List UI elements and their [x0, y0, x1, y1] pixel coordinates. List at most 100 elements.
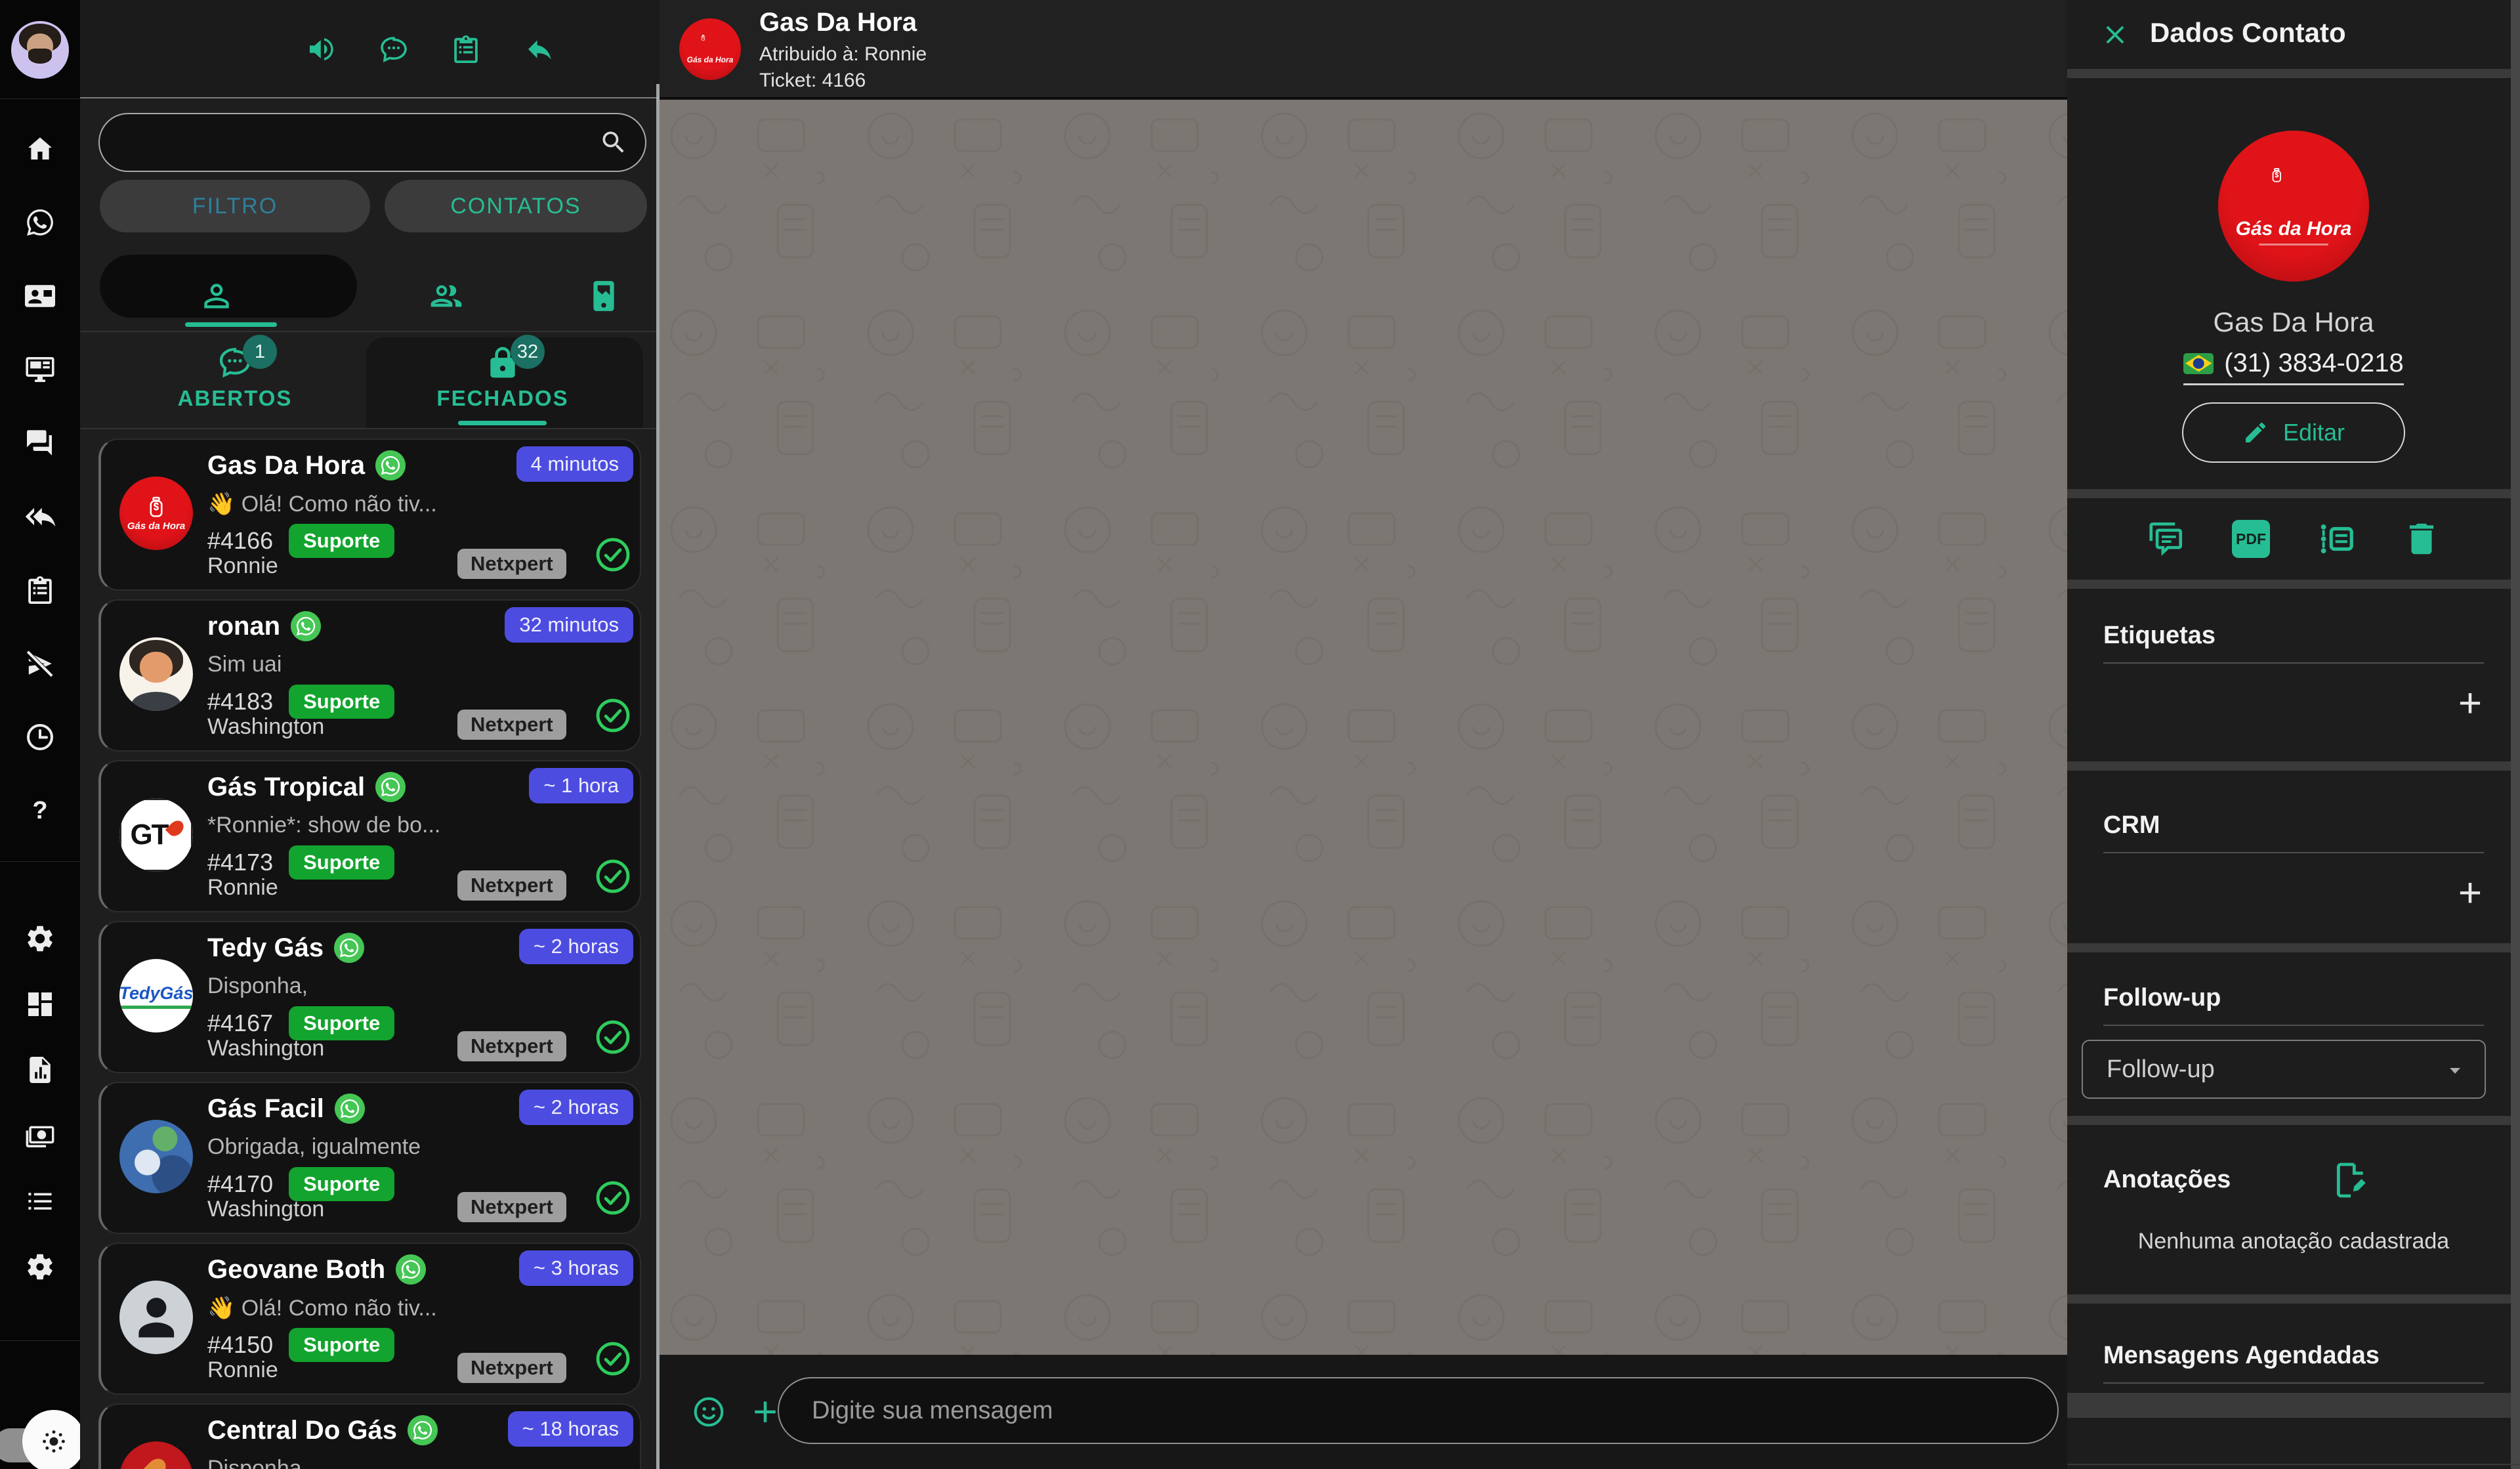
status-tab-abertos[interactable]: 1ABERTOS — [156, 332, 314, 428]
sidebar-item-file-chart[interactable] — [24, 1054, 56, 1086]
time-badge: ~ 1 hora — [529, 768, 633, 803]
section-divider — [2067, 1294, 2520, 1304]
sidebar-item-help[interactable]: ? — [24, 795, 56, 826]
edit-label: Editar — [2283, 419, 2345, 446]
notes-empty-text: Nenhuma anotação cadastrada — [2067, 1229, 2520, 1254]
time-badge: ~ 2 horas — [519, 1090, 633, 1125]
conversations-panel: FILTRO CONTATOS 1ABERTOS 32FECHADOS Gás d… — [80, 0, 660, 1469]
sidebar-item-settings[interactable] — [24, 923, 56, 954]
contact-avatar-large: Gás da Hora — [2218, 131, 2369, 282]
action-comment-multiple[interactable] — [2145, 519, 2186, 559]
chevron-down-icon — [2443, 1058, 2468, 1083]
last-message: Disponha, — [207, 973, 308, 999]
chat-contact-avatar: Gás da Hora — [679, 18, 741, 80]
gas-bottle-icon — [2268, 167, 2319, 218]
flame-icon — [165, 818, 186, 840]
sidebar-item-send-off[interactable] — [24, 648, 56, 679]
toolbar-clipboard-list[interactable] — [450, 33, 482, 65]
sidebar-item-clipboard-list[interactable] — [24, 574, 56, 606]
agent-name: Ronnie — [207, 875, 278, 901]
view-tab-people[interactable] — [428, 278, 465, 314]
status-tab-fechados[interactable]: 32FECHADOS — [424, 332, 581, 428]
company-badge: Netxpert — [457, 1192, 566, 1222]
company-badge: Netxpert — [457, 1031, 566, 1061]
crm-heading: CRM — [2103, 811, 2160, 840]
contact-name-row: Tedy Gás — [207, 933, 364, 963]
sidebar-item-reply-all[interactable] — [24, 501, 56, 532]
add-crm-button[interactable]: + — [2450, 876, 2490, 915]
note-edit-icon[interactable] — [2330, 1159, 2372, 1201]
view-tab-contact-card-tab[interactable] — [585, 278, 622, 314]
sun-icon — [22, 1410, 85, 1469]
ticket-card[interactable]: Gás Facil ~ 2 horas Obrigada, igualmente… — [98, 1082, 641, 1234]
ticket-number: #4170 — [207, 1170, 273, 1198]
status-tab-label: FECHADOS — [436, 386, 568, 411]
ticket-number: #4183 — [207, 688, 273, 715]
theme-toggle[interactable] — [0, 1405, 92, 1469]
action-timeline-list[interactable] — [2316, 519, 2357, 559]
company-badge: Netxpert — [457, 549, 566, 579]
toolbar-volume[interactable] — [306, 33, 337, 65]
sidebar-item-home[interactable] — [24, 133, 56, 165]
phone-link[interactable]: (31) 3834-0218 — [2183, 349, 2404, 385]
composer — [660, 1355, 2067, 1469]
scheduled-messages-section: Mensagens Agendadas — [2067, 1304, 2520, 1393]
action-pdf[interactable]: PDF — [2231, 519, 2271, 559]
sidebar-item-forum[interactable] — [24, 427, 56, 459]
last-message: Disponha, — [207, 1456, 308, 1469]
heading-underline — [2103, 662, 2484, 664]
followup-select[interactable]: Follow-up — [2082, 1040, 2486, 1099]
last-message: 👋 Olá! Como não tiv... — [207, 491, 437, 517]
user-avatar[interactable] — [11, 21, 69, 79]
message-input[interactable] — [778, 1377, 2059, 1444]
followup-heading: Follow-up — [2103, 984, 2221, 1012]
check-circle-icon — [594, 1340, 632, 1378]
search-input[interactable] — [98, 113, 646, 172]
view-tab-person[interactable] — [198, 278, 235, 314]
edit-contact-button[interactable]: Editar — [2182, 402, 2405, 463]
whatsapp-badge-icon — [375, 772, 406, 802]
sidebar-item-money[interactable] — [24, 1120, 56, 1151]
contact-name: Tedy Gás — [207, 933, 324, 963]
sidebar-item-contact-card[interactable] — [24, 280, 56, 312]
crm-section: CRM + — [2067, 771, 2520, 943]
agent-name: Ronnie — [207, 553, 278, 579]
ticket-card[interactable]: Gás da Hora Gas Da Hora 4 minutos 👋 Olá!… — [98, 438, 641, 591]
contact-name: Gas Da Hora — [2067, 307, 2520, 338]
contact-avatar: Gás da Hora — [119, 477, 193, 550]
toolbar-reply[interactable] — [524, 33, 556, 65]
sidebar-item-list[interactable] — [24, 1185, 56, 1217]
last-message: Obrigada, igualmente — [207, 1134, 421, 1160]
sidebar-item-desktop-dashboard[interactable] — [24, 354, 56, 385]
filter-button[interactable]: FILTRO — [100, 180, 370, 232]
time-badge: ~ 2 horas — [519, 929, 633, 964]
time-badge: ~ 18 horas — [508, 1411, 633, 1447]
action-trash[interactable] — [2401, 519, 2442, 559]
last-message: Sim uai — [207, 652, 282, 677]
ticket-card[interactable]: ronan 32 minutos Sim uai #4183 Suporte W… — [98, 599, 641, 752]
sidebar-item-gear[interactable] — [24, 1251, 56, 1283]
contact-panel: Dados Contato Gás da Hora Gas Da Hora (3… — [2067, 0, 2520, 1469]
queue-badge: Suporte — [289, 524, 394, 558]
sidebar-item-history[interactable] — [24, 721, 56, 753]
followup-value: Follow-up — [2107, 1055, 2215, 1084]
ticket-list: Gás da Hora Gas Da Hora 4 minutos 👋 Olá!… — [80, 431, 660, 1469]
ticket-card[interactable]: TedyGás Tedy Gás ~ 2 horas Disponha, #41… — [98, 921, 641, 1073]
ticket-card[interactable]: GT Gás Tropical ~ 1 hora *Ronnie*: show … — [98, 760, 641, 912]
close-icon[interactable] — [2100, 20, 2130, 50]
toolbar-chat-dots[interactable] — [378, 33, 410, 65]
section-divider — [2067, 489, 2520, 498]
ticket-card[interactable]: CENTRAL Central Do Gás ~ 18 horas Dispon… — [98, 1403, 641, 1469]
pencil-icon — [2242, 419, 2269, 446]
contacts-button[interactable]: CONTATOS — [385, 180, 647, 232]
ticket-card[interactable]: Geovane Both ~ 3 horas 👋 Olá! Como não t… — [98, 1243, 641, 1395]
divider — [0, 861, 80, 862]
contact-name: Gas Da Hora — [207, 451, 365, 480]
sidebar-item-view-dashboard[interactable] — [24, 989, 56, 1020]
sidebar-item-whatsapp[interactable] — [24, 207, 56, 238]
add-tag-button[interactable]: + — [2450, 686, 2490, 725]
emoji-icon[interactable] — [691, 1394, 726, 1430]
contact-name: Gás Facil — [207, 1094, 324, 1124]
panel-scrollbar[interactable] — [2511, 0, 2520, 1469]
chat-area: Gás da Hora Gas Da Hora Atribuido à: Ron… — [660, 0, 2067, 1469]
